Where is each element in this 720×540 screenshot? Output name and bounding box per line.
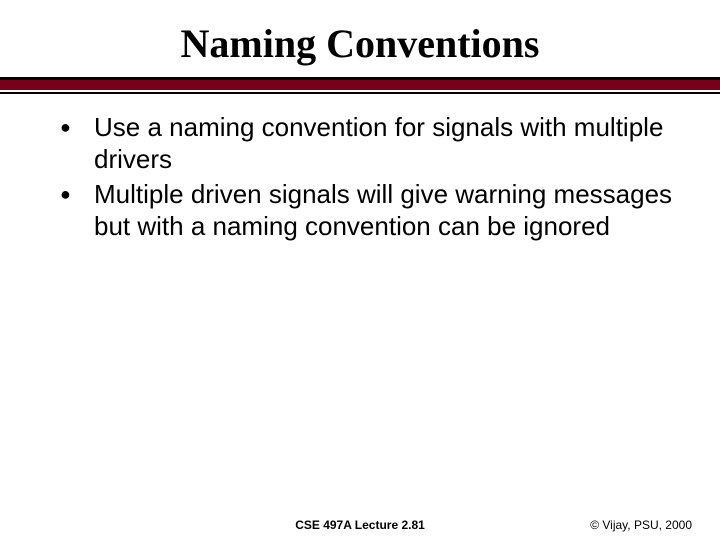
slide: Naming Conventions ● Use a naming conven…	[0, 0, 720, 540]
bullet-text: Multiple driven signals will give warnin…	[94, 179, 680, 242]
bullet-text: Use a naming convention for signals with…	[94, 112, 680, 175]
title-divider	[0, 77, 720, 94]
footer-right: © Vijay, PSU, 2000	[590, 518, 692, 532]
bullet-icon: ●	[60, 179, 94, 209]
list-item: ● Use a naming convention for signals wi…	[60, 112, 680, 175]
slide-title: Naming Conventions	[0, 0, 720, 77]
bullet-icon: ●	[60, 112, 94, 142]
list-item: ● Multiple driven signals will give warn…	[60, 179, 680, 242]
content-area: ● Use a naming convention for signals wi…	[0, 94, 720, 243]
footer-center: CSE 497A Lecture 2.81	[295, 518, 425, 532]
